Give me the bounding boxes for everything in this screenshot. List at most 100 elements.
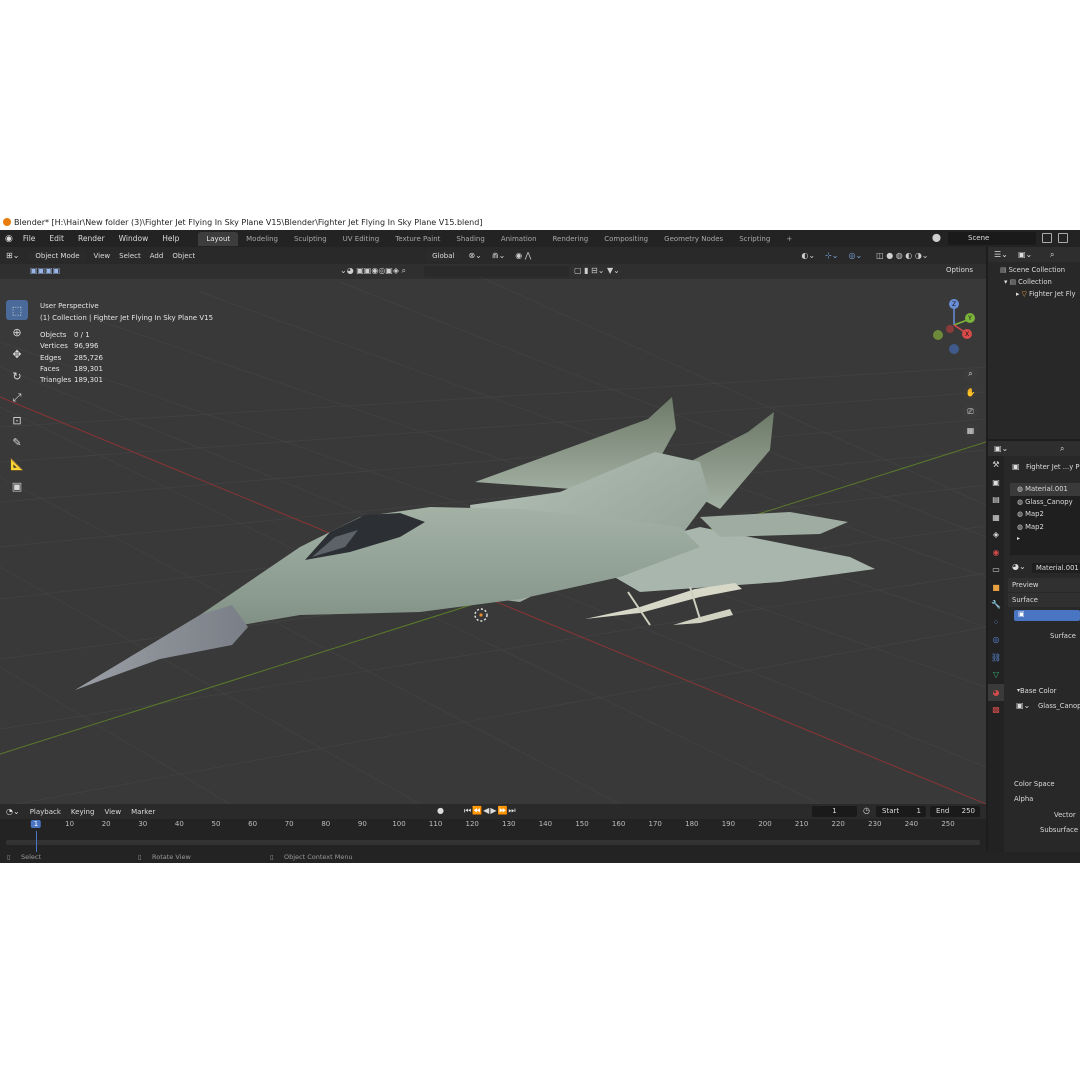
outliner-object[interactable]: ▸ ▽ Fighter Jet Fly bbox=[988, 288, 1080, 300]
overlay-toggle-icon[interactable]: ◎⌄ bbox=[848, 251, 862, 260]
orientation-dropdown[interactable]: Global bbox=[426, 250, 461, 261]
filter-icons[interactable]: ⌄◕ ▣▣◉◎▣◈ ⌕ bbox=[340, 266, 406, 276]
tab-animation[interactable]: Animation bbox=[493, 232, 545, 246]
scale-tool-icon[interactable]: ⤢ bbox=[6, 388, 28, 408]
material-browse-icon[interactable]: ◕⌄ bbox=[1012, 562, 1026, 571]
start-frame-field[interactable]: Start 1 bbox=[876, 806, 926, 817]
menu-view[interactable]: View bbox=[94, 252, 111, 260]
end-frame-field[interactable]: End 250 bbox=[930, 806, 980, 817]
outliner-editor-icon[interactable]: ☰⌄ bbox=[994, 250, 1008, 259]
tab-sculpting[interactable]: Sculpting bbox=[286, 232, 335, 246]
tab-compositing[interactable]: Compositing bbox=[596, 232, 656, 246]
scene-tab-icon[interactable]: ◈ bbox=[988, 526, 1004, 544]
output-tab-icon[interactable]: ▤ bbox=[988, 491, 1004, 509]
view-layer-tab-icon[interactable]: ▦ bbox=[988, 509, 1004, 527]
object-tab-icon[interactable]: ■ bbox=[988, 579, 1004, 597]
modifier-tab-icon[interactable]: 🔧 bbox=[988, 596, 1004, 614]
select-mode-icons[interactable]: ▣▣▣▣ bbox=[30, 266, 60, 275]
outliner-scene-collection[interactable]: ▤ Scene Collection bbox=[988, 264, 1080, 276]
menu-window[interactable]: Window bbox=[112, 234, 156, 243]
cursor-tool-icon[interactable]: ⊕ bbox=[6, 322, 28, 342]
tab-scripting[interactable]: Scripting bbox=[731, 232, 778, 246]
snap-icon[interactable]: ⋒⌄ bbox=[492, 251, 505, 260]
material-slot-list[interactable]: ◍ Material.001 ◍ Glass_Canopy ◍ Map2 ◍ M… bbox=[1010, 483, 1080, 555]
current-frame-field[interactable]: 1 bbox=[812, 806, 857, 817]
outliner-search-icon[interactable]: ⌕ bbox=[1050, 250, 1054, 260]
current-frame-marker[interactable]: 1 bbox=[30, 820, 42, 828]
collection-tab-icon[interactable]: ▭ bbox=[988, 561, 1004, 579]
clock-icon[interactable]: ◷ bbox=[863, 806, 870, 815]
list-expand-icon[interactable]: ▸ bbox=[1010, 533, 1080, 546]
menu-playback[interactable]: Playback bbox=[30, 808, 61, 816]
properties-search-icon[interactable]: ⌕ bbox=[1060, 444, 1064, 454]
data-tab-icon[interactable]: ▽ bbox=[988, 666, 1004, 684]
world-tab-icon[interactable]: ◉ bbox=[988, 544, 1004, 562]
record-icon[interactable]: ● bbox=[437, 806, 444, 815]
scene-selector[interactable]: Scene bbox=[948, 232, 1036, 245]
fighter-jet-model[interactable] bbox=[75, 397, 875, 690]
menu-keying[interactable]: Keying bbox=[71, 808, 95, 816]
menu-edit[interactable]: Edit bbox=[42, 234, 71, 243]
menu-add[interactable]: Add bbox=[150, 252, 164, 260]
3d-viewport[interactable]: ⊞⌄ Object Mode View Select Add Object Gl… bbox=[0, 247, 986, 804]
preview-panel-header[interactable]: Preview bbox=[1008, 578, 1080, 592]
shading-modes-icon[interactable]: ◫ ● ◍ ◐ ◑⌄ bbox=[876, 251, 928, 260]
outliner-collection[interactable]: ▾ ▤ Collection bbox=[988, 276, 1080, 288]
tab-texture-paint[interactable]: Texture Paint bbox=[387, 232, 448, 246]
perspective-toggle-icon[interactable]: ▦ bbox=[963, 423, 978, 438]
select-box-tool-icon[interactable]: ⬚ bbox=[6, 300, 28, 320]
copy-scene-icon[interactable] bbox=[1058, 233, 1068, 243]
search-field[interactable] bbox=[424, 266, 569, 277]
material-slot[interactable]: ◍ Material.001 bbox=[1010, 483, 1080, 496]
3d-cursor[interactable] bbox=[474, 608, 488, 622]
material-slot[interactable]: ◍ Glass_Canopy bbox=[1010, 496, 1080, 509]
material-slot[interactable]: ◍ Map2 bbox=[1010, 508, 1080, 521]
rotate-tool-icon[interactable]: ↻ bbox=[6, 366, 28, 386]
expand-icon[interactable]: ▾ bbox=[1017, 687, 1020, 694]
playback-controls[interactable]: ⏮⏪◀▶⏩⏭ bbox=[464, 806, 517, 816]
base-color-texture[interactable]: Glass_Canopy bbox=[1038, 702, 1080, 710]
move-tool-icon[interactable]: ✥ bbox=[6, 344, 28, 364]
surface-shader-field[interactable]: ▣ bbox=[1014, 610, 1080, 621]
measure-tool-icon[interactable]: 📐 bbox=[6, 454, 28, 474]
material-tab-icon[interactable]: ◕ bbox=[988, 683, 1004, 701]
menu-timeline-view[interactable]: View bbox=[104, 808, 121, 816]
menu-render[interactable]: Render bbox=[71, 234, 112, 243]
tab-layout[interactable]: Layout bbox=[198, 231, 239, 246]
scene-type-icon[interactable]: ⬤ bbox=[932, 233, 941, 242]
frame-ruler[interactable]: 1 10 20 30 40 50 60 70 80 90 100 110 120 130 140 150 160… bbox=[0, 820, 986, 832]
menu-object[interactable]: Object bbox=[172, 252, 195, 260]
tab-uv-editing[interactable]: UV Editing bbox=[335, 232, 388, 246]
texture-tab-icon[interactable]: ▩ bbox=[988, 701, 1004, 719]
tab-modeling[interactable]: Modeling bbox=[238, 232, 286, 246]
annotate-tool-icon[interactable]: ✎ bbox=[6, 432, 28, 452]
mode-dropdown[interactable]: Object Mode bbox=[29, 250, 86, 261]
gizmo-toggle-icon[interactable]: ⊹⌄ bbox=[825, 251, 838, 260]
navigation-gizmo[interactable]: Z Y X bbox=[926, 297, 986, 357]
render-tab-icon[interactable]: ▣ bbox=[988, 474, 1004, 492]
timeline-editor-icon[interactable]: ◔⌄ bbox=[6, 807, 20, 816]
new-scene-icon[interactable] bbox=[1042, 233, 1052, 243]
zoom-icon[interactable]: ⌕ bbox=[963, 366, 978, 381]
proportional-edit-icon[interactable]: ◉ ⋀ bbox=[515, 251, 531, 260]
active-material-field[interactable]: Material.001 bbox=[1032, 563, 1080, 573]
menu-file[interactable]: File bbox=[16, 234, 43, 243]
menu-select[interactable]: Select bbox=[119, 252, 141, 260]
timeline-scrollbar[interactable] bbox=[6, 840, 980, 845]
camera-view-icon[interactable]: ⎚ bbox=[963, 404, 978, 419]
tab-shading[interactable]: Shading bbox=[448, 232, 492, 246]
menu-help[interactable]: Help bbox=[155, 234, 186, 243]
particles-tab-icon[interactable]: ⁘ bbox=[988, 614, 1004, 632]
options-dropdown[interactable]: Options bbox=[946, 266, 973, 274]
menu-marker[interactable]: Marker bbox=[131, 808, 155, 816]
editor-type-icon[interactable]: ⊞⌄ bbox=[6, 251, 19, 260]
transform-tool-icon[interactable]: ⊡ bbox=[6, 410, 28, 430]
object-name-field[interactable]: Fighter Jet ...y Pla bbox=[1026, 463, 1080, 471]
surface-panel-header[interactable]: Surface bbox=[1008, 593, 1080, 607]
tool-tab-icon[interactable]: ⚒ bbox=[988, 456, 1004, 474]
pan-hand-icon[interactable]: ✋ bbox=[963, 385, 978, 400]
physics-tab-icon[interactable]: ◎ bbox=[988, 631, 1004, 649]
filter-funnel-icon[interactable]: ▢ ▮ ⊟⌄ ▼⌄ bbox=[574, 266, 620, 275]
add-workspace-icon[interactable]: + bbox=[778, 232, 800, 246]
properties-editor-icon[interactable]: ▣⌄ bbox=[994, 444, 1008, 453]
